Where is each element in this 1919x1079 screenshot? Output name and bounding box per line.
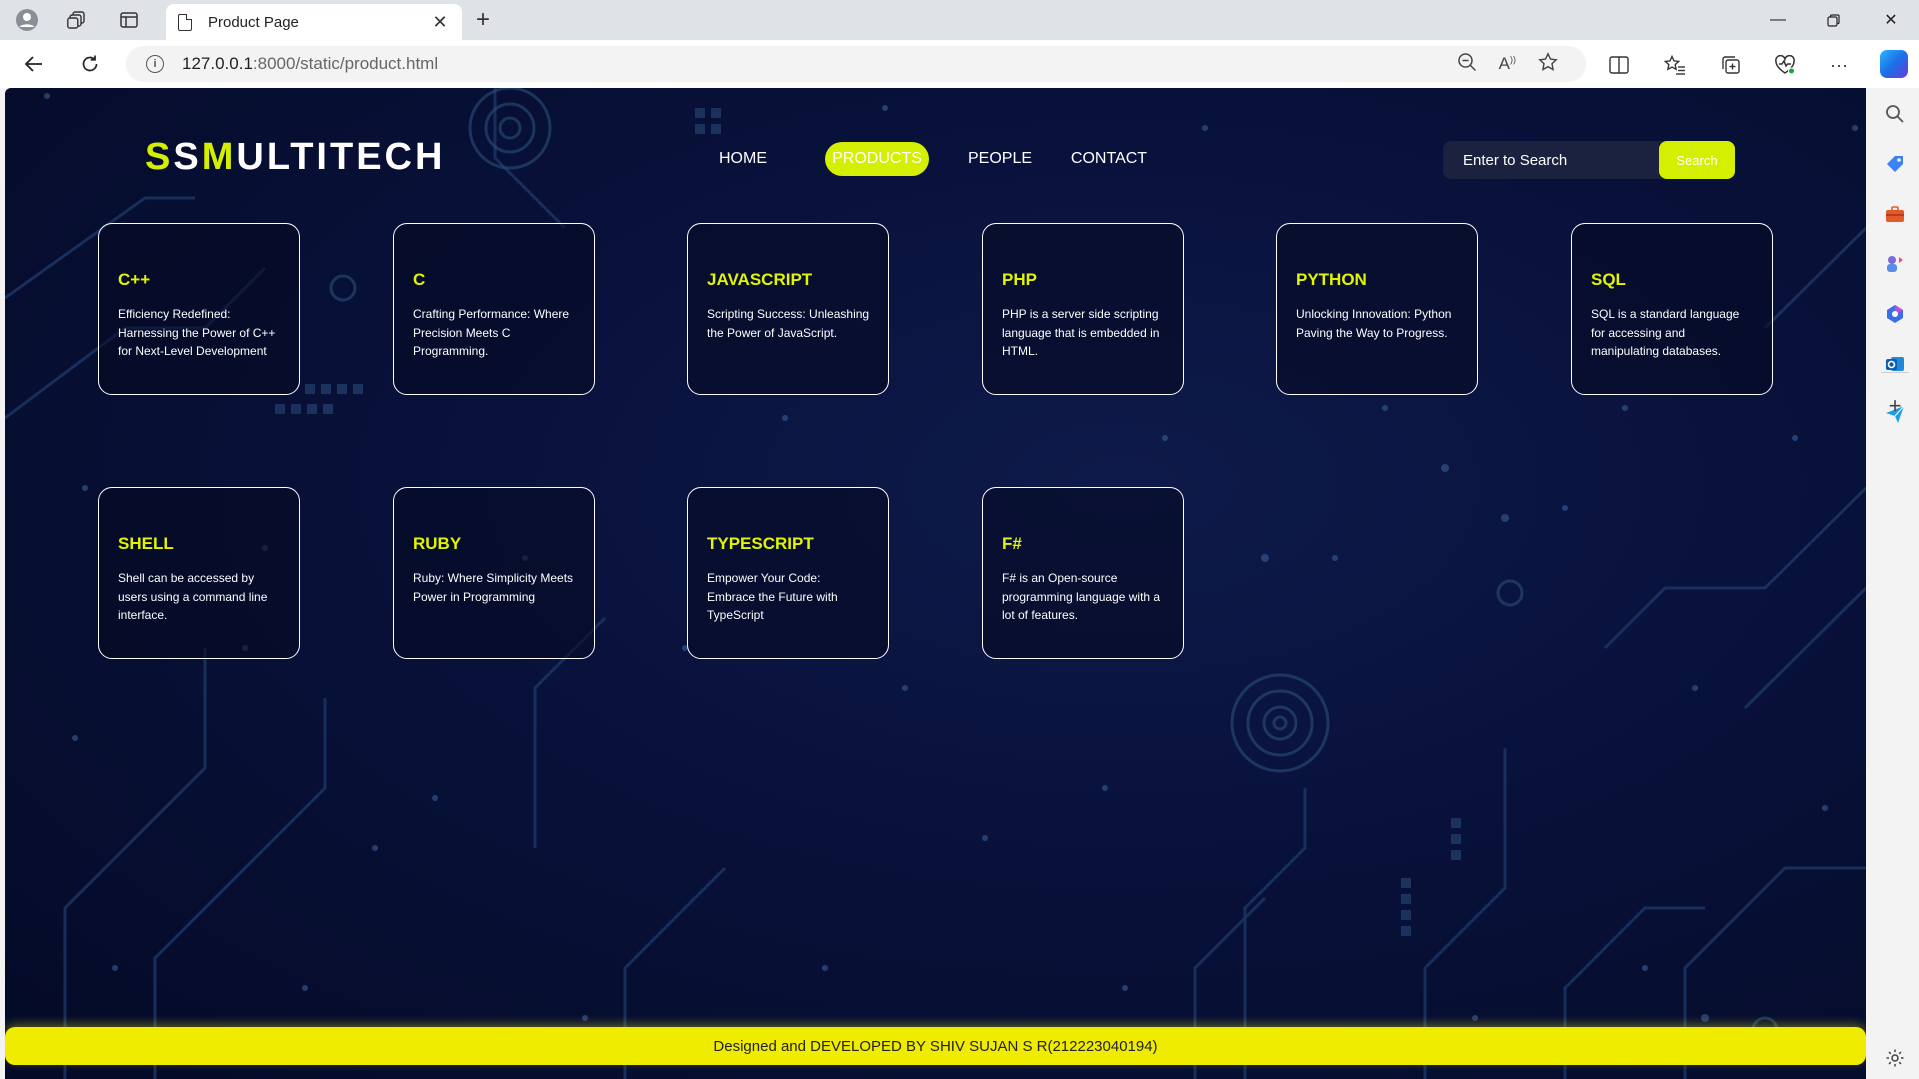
new-tab-icon[interactable]: + [476,6,490,34]
tools-briefcase-icon[interactable] [1883,202,1907,226]
page-viewport: SSMULTITECH HOME PRODUCTS PEOPLE CONTACT… [5,88,1866,1079]
search-button[interactable]: Search [1659,141,1735,179]
collections-icon[interactable] [1716,52,1746,78]
product-card[interactable]: TYPESCRIPT Empower Your Code: Embrace th… [687,487,889,659]
minimize-icon[interactable]: — [1755,6,1801,34]
card-title: C [413,270,426,289]
card-title: PYTHON [1296,270,1367,289]
search-icon[interactable] [1883,102,1907,126]
card-description: Unlocking Innovation: Python Paving the … [1296,307,1452,340]
product-card[interactable]: SHELL Shell can be accessed by users usi… [98,487,300,659]
add-sidebar-icon[interactable]: + [1883,393,1907,418]
address-bar[interactable]: i 127.0.0.1:8000/static/product.html A)) [126,46,1586,82]
favorites-icon[interactable] [1660,52,1690,78]
card-description: F# is an Open-source programming languag… [1002,571,1161,622]
browser-sidebar: + [1871,88,1919,1079]
card-title: SQL [1591,270,1626,289]
search-box: Search [1443,141,1735,179]
vertical-tabs-icon[interactable] [114,6,144,34]
card-title: RUBY [413,534,462,553]
close-window-icon[interactable]: ✕ [1868,6,1914,34]
search-input[interactable] [1443,141,1653,179]
product-card[interactable]: RUBY Ruby: Where Simplicity Meets Power … [393,487,595,659]
zoom-out-icon[interactable] [1457,52,1477,77]
card-description: Efficiency Redefined: Harnessing the Pow… [118,307,276,358]
page-footer: Designed and DEVELOPED BY SHIV SUJAN S R… [5,1027,1866,1065]
workspaces-icon[interactable] [62,6,92,34]
read-aloud-icon[interactable]: A)) [1499,54,1516,74]
url-host: 127.0.0.1 [182,54,253,73]
refresh-icon[interactable] [74,50,106,78]
more-options-icon[interactable]: ··· [1824,52,1854,78]
product-card[interactable]: JAVASCRIPT Scripting Success: Unleashing… [687,223,889,395]
card-title: PHP [1002,270,1037,289]
sidebar-divider [1881,372,1909,373]
card-description: SQL is a standard language for accessing… [1591,307,1740,358]
active-tab[interactable]: Product Page ✕ [166,4,462,40]
games-icon[interactable] [1883,252,1907,276]
microsoft-365-icon[interactable] [1883,302,1907,326]
card-title: C++ [118,270,151,289]
split-screen-icon[interactable] [1604,52,1634,78]
nav-home[interactable]: HOME [718,142,768,176]
card-description: Crafting Performance: Where Precision Me… [413,307,570,358]
card-title: TYPESCRIPT [707,534,814,553]
card-title: JAVASCRIPT [707,270,813,289]
product-card[interactable]: SQL SQL is a standard language for acces… [1571,223,1773,395]
close-tab-icon[interactable]: ✕ [430,12,450,33]
product-card[interactable]: F# F# is an Open-source programming lang… [982,487,1184,659]
card-description: Ruby: Where Simplicity Meets Power in Pr… [413,571,574,604]
browser-essentials-icon[interactable] [1770,52,1800,78]
favorite-star-icon[interactable] [1538,51,1558,77]
profile-icon[interactable] [12,6,42,34]
card-title: F# [1002,534,1022,553]
product-card[interactable]: C Crafting Performance: Where Precision … [393,223,595,395]
card-description: Scripting Success: Unleashing the Power … [707,307,870,340]
browser-tab-bar: Product Page ✕ + — ✕ [0,0,1919,40]
nav-products[interactable]: PRODUCTS [825,142,929,176]
nav-contact[interactable]: CONTACT [1069,142,1149,176]
restore-icon[interactable] [1810,6,1856,34]
url-path: :8000/static/product.html [252,54,439,73]
card-description: Empower Your Code: Embrace the Future wi… [707,571,838,622]
card-description: PHP is a server side scripting language … [1002,307,1160,358]
back-icon[interactable] [18,50,50,78]
browser-toolbar: i 127.0.0.1:8000/static/product.html A))… [0,40,1919,88]
product-card[interactable]: PYTHON Unlocking Innovation: Python Pavi… [1276,223,1478,395]
nav-people[interactable]: PEOPLE [967,142,1033,176]
product-card[interactable]: C++ Efficiency Redefined: Harnessing the… [98,223,300,395]
product-card[interactable]: PHP PHP is a server side scripting langu… [982,223,1184,395]
tab-title: Product Page [208,13,299,31]
settings-gear-icon[interactable] [1883,1046,1907,1070]
site-info-icon[interactable]: i [146,55,164,73]
page-icon [178,13,192,31]
card-description: Shell can be accessed by users using a c… [118,571,268,622]
shopping-tag-icon[interactable] [1883,152,1907,176]
card-title: SHELL [118,534,174,553]
copilot-icon[interactable] [1880,50,1908,78]
